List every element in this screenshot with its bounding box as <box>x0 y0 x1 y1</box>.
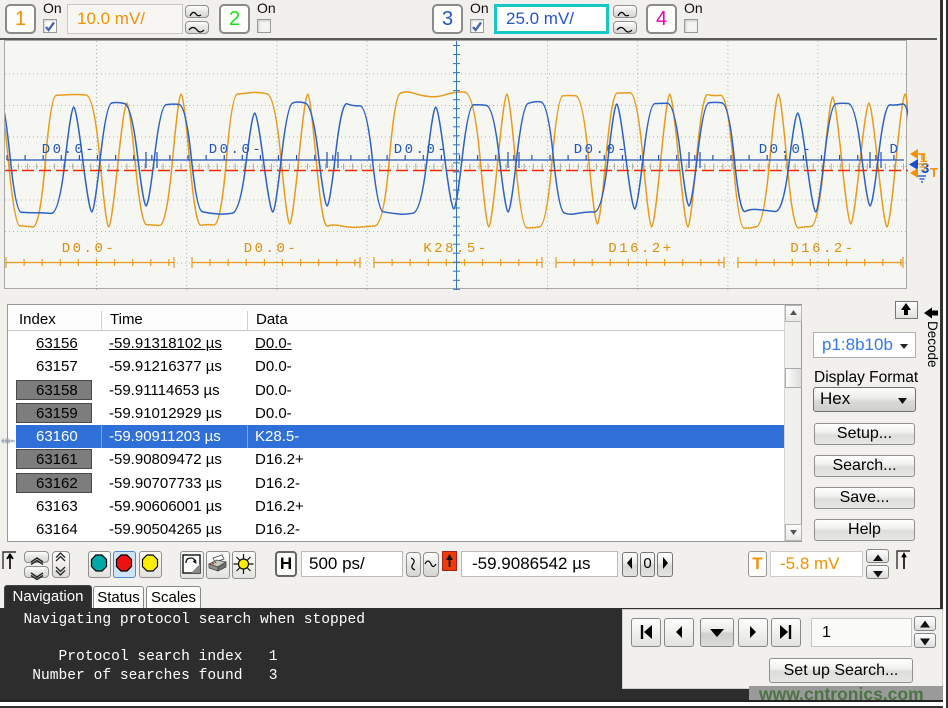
svg-text:3: 3 <box>921 160 929 177</box>
svg-text:D0.0-: D0.0- <box>574 142 629 158</box>
svg-text:D0.0-: D0.0- <box>209 142 264 158</box>
svg-text:D0.0-: D0.0- <box>62 241 117 257</box>
svg-text:D: D <box>890 142 901 158</box>
svg-text:D0.0-: D0.0- <box>759 142 814 158</box>
svg-text:D0.0-: D0.0- <box>244 241 299 257</box>
svg-text:D16.2-: D16.2- <box>790 241 855 257</box>
svg-text:D0.0-: D0.0- <box>42 142 97 158</box>
svg-text:D16.2+: D16.2+ <box>608 241 673 257</box>
svg-text:T: T <box>930 165 938 180</box>
svg-text:D0.0-: D0.0- <box>394 142 449 158</box>
